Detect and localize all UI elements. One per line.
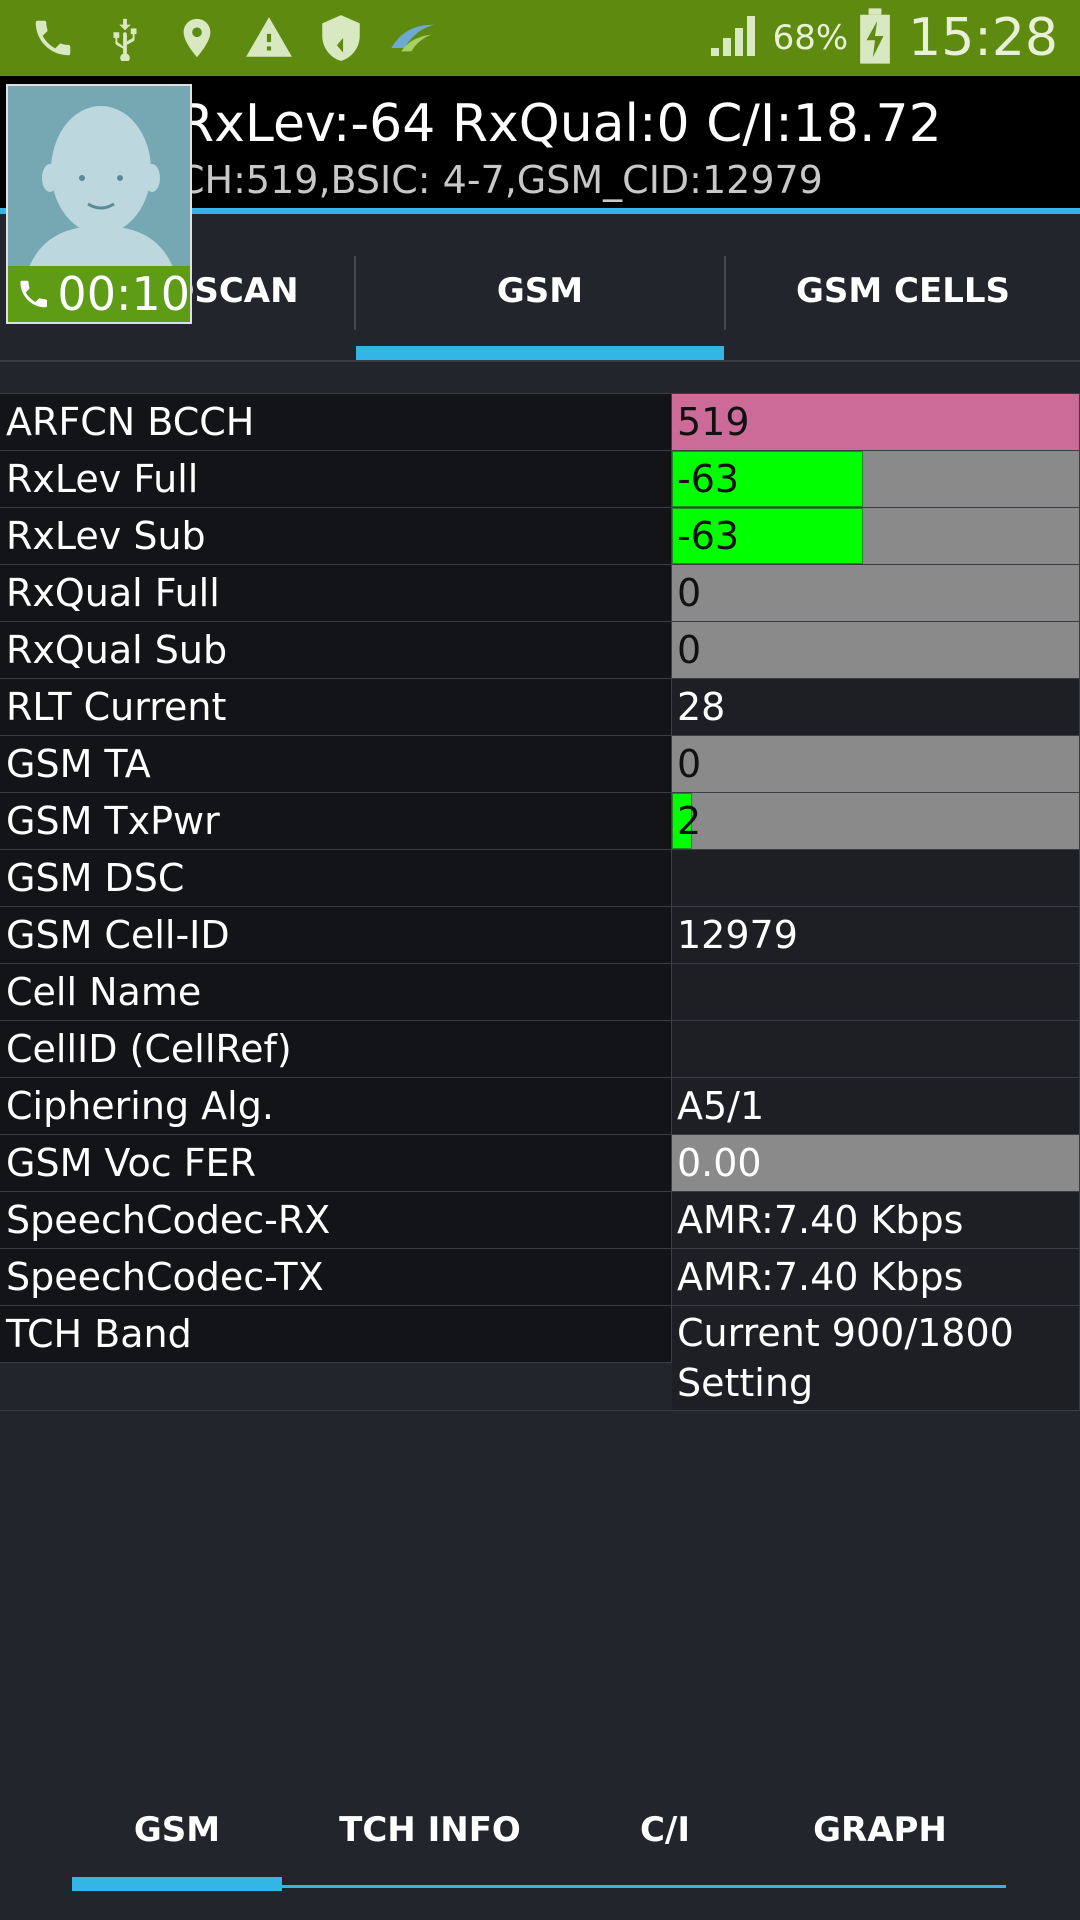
row-value: AMR:7.40 Kbps [672, 1192, 1080, 1248]
row-value [672, 850, 1080, 906]
row-label: GSM DSC [0, 850, 672, 906]
phone-icon [20, 280, 47, 308]
bottom-tab-gsm[interactable]: GSM [72, 1790, 282, 1870]
table-row: GSM TA 0 [0, 735, 1080, 792]
table-row: SpeechCodec-TX AMR:7.40 Kbps [0, 1248, 1080, 1305]
row-label: RxQual Sub [0, 622, 672, 678]
row-label: GSM Voc FER [0, 1135, 672, 1191]
contact-avatar-icon [26, 106, 176, 276]
row-value: 28 [672, 679, 1080, 735]
row-value: 0.00 [672, 1135, 1080, 1191]
row-value: 0 [672, 622, 1080, 678]
row-label: Cell Name [0, 964, 672, 1020]
warning-icon [244, 13, 294, 63]
row-label: SpeechCodec-TX [0, 1249, 672, 1305]
bottom-tabs: GSM TCH INFO C/I GRAPH [0, 1790, 1080, 1891]
table-row: Cell Name [0, 963, 1080, 1020]
table-row: RLT Current 28 [0, 678, 1080, 735]
row-label: SpeechCodec-RX [0, 1192, 672, 1248]
row-value: 0 [672, 736, 1080, 792]
row-label: RxQual Full [0, 565, 672, 621]
usb-icon [100, 13, 150, 63]
row-value: Current 900/1800 Setting [672, 1306, 1080, 1410]
table-row: RxQual Sub 0 [0, 621, 1080, 678]
bottom-tab-tch-info[interactable]: TCH INFO [320, 1790, 540, 1870]
row-value: A5/1 [672, 1078, 1080, 1134]
app-icon [388, 13, 438, 63]
shield-icon [316, 13, 366, 63]
row-label: RxLev Full [0, 451, 672, 507]
cell-summary-line: CH:519,BSIC: 4-7,GSM_CID:12979 [178, 158, 823, 202]
row-value [672, 1021, 1080, 1077]
phone-icon [28, 13, 78, 63]
bottom-tab-graph[interactable]: GRAPH [790, 1790, 970, 1870]
table-row: RxQual Full 0 [0, 564, 1080, 621]
table-row: TCH Band Current 900/1800 Setting [0, 1305, 1080, 1411]
status-bar: 68% 15:28 [0, 0, 1080, 76]
table-row: GSM Cell-ID 12979 [0, 906, 1080, 963]
battery-percent: 68% [772, 18, 849, 58]
table-row: CellID (CellRef) [0, 1020, 1080, 1077]
table-row: GSM TxPwr 2 [0, 792, 1080, 849]
row-label: Ciphering Alg. [0, 1078, 672, 1134]
row-value: 12979 [672, 907, 1080, 963]
battery-charging-icon [858, 8, 892, 68]
signal-icon [707, 11, 763, 65]
bottom-tab-indicator [72, 1877, 282, 1891]
row-label: GSM Cell-ID [0, 907, 672, 963]
row-value: 0 [672, 565, 1080, 621]
location-icon [172, 13, 222, 63]
call-overlay[interactable]: 00:10 [6, 84, 192, 324]
tab-indicator [356, 346, 724, 360]
table-row: RxLev Sub -63 [0, 507, 1080, 564]
row-value [672, 964, 1080, 1020]
row-value: -63 [672, 451, 1080, 507]
row-value: 2 [672, 793, 1080, 849]
table-row: GSM Voc FER 0.00 [0, 1134, 1080, 1191]
table-row: GSM DSC [0, 849, 1080, 906]
call-timer-text: 00:10 [57, 267, 190, 321]
row-label: TCH Band [0, 1306, 672, 1363]
row-label: CellID (CellRef) [0, 1021, 672, 1077]
row-label: RxLev Sub [0, 508, 672, 564]
signal-summary-line: RxLev:-64 RxQual:0 C/I:18.72 [178, 94, 942, 154]
bottom-tab-ci[interactable]: C/I [590, 1790, 740, 1870]
tab-gsm[interactable]: GSM [356, 220, 724, 362]
gsm-parameters-table: ARFCN BCCH 519 RxLev Full -63 RxLev Sub … [0, 393, 1080, 1411]
table-row: ARFCN BCCH 519 [0, 393, 1080, 450]
row-value: 519 [672, 394, 1080, 450]
table-row: SpeechCodec-RX AMR:7.40 Kbps [0, 1191, 1080, 1248]
row-label: RLT Current [0, 679, 672, 735]
table-row: Ciphering Alg. A5/1 [0, 1077, 1080, 1134]
call-timer: 00:10 [8, 266, 190, 322]
row-value: AMR:7.40 Kbps [672, 1249, 1080, 1305]
table-row: RxLev Full -63 [0, 450, 1080, 507]
row-value: -63 [672, 508, 1080, 564]
row-label: GSM TA [0, 736, 672, 792]
clock: 15:28 [908, 8, 1058, 68]
row-label: ARFCN BCCH [0, 394, 672, 450]
tab-gsm-cells[interactable]: GSM CELLS [726, 220, 1080, 362]
row-label: GSM TxPwr [0, 793, 672, 849]
